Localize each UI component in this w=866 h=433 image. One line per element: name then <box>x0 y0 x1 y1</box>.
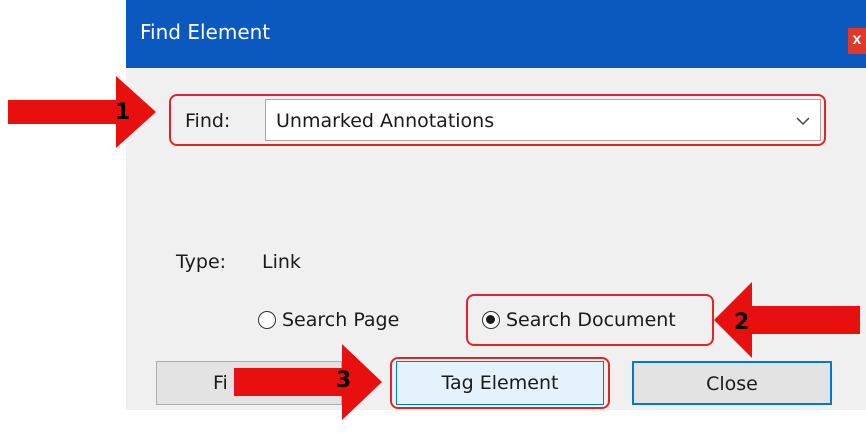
chevron-down-icon[interactable] <box>794 112 812 130</box>
radio-checked-icon[interactable] <box>482 311 500 329</box>
find-dropdown[interactable]: Unmarked Annotations <box>265 99 821 141</box>
tag-element-button[interactable]: Tag Element <box>396 361 604 405</box>
search-page-label: Search Page <box>282 309 400 331</box>
step3-number: 3 <box>336 368 352 393</box>
tag-element-label: Tag Element <box>441 372 559 394</box>
step3-arrow-icon <box>234 344 382 420</box>
close-button[interactable]: Close <box>632 361 832 405</box>
step1-number: 1 <box>115 100 131 125</box>
title-bar: Find Element x <box>126 0 866 68</box>
find-dropdown-value: Unmarked Annotations <box>276 110 495 132</box>
type-value: Link <box>262 251 301 273</box>
type-label: Type: <box>176 251 227 273</box>
find-button-label: Fi <box>213 372 228 394</box>
find-label: Find: <box>185 110 231 132</box>
close-label: Close <box>706 373 758 395</box>
close-icon[interactable]: x <box>848 28 866 54</box>
search-document-label: Search Document <box>506 309 676 331</box>
step2-number: 2 <box>734 310 750 335</box>
find-row-highlight: Find: Unmarked Annotations <box>169 94 826 146</box>
radio-unchecked-icon[interactable] <box>258 311 276 329</box>
step1-arrow-icon <box>8 76 156 148</box>
dialog-title: Find Element <box>140 20 271 44</box>
